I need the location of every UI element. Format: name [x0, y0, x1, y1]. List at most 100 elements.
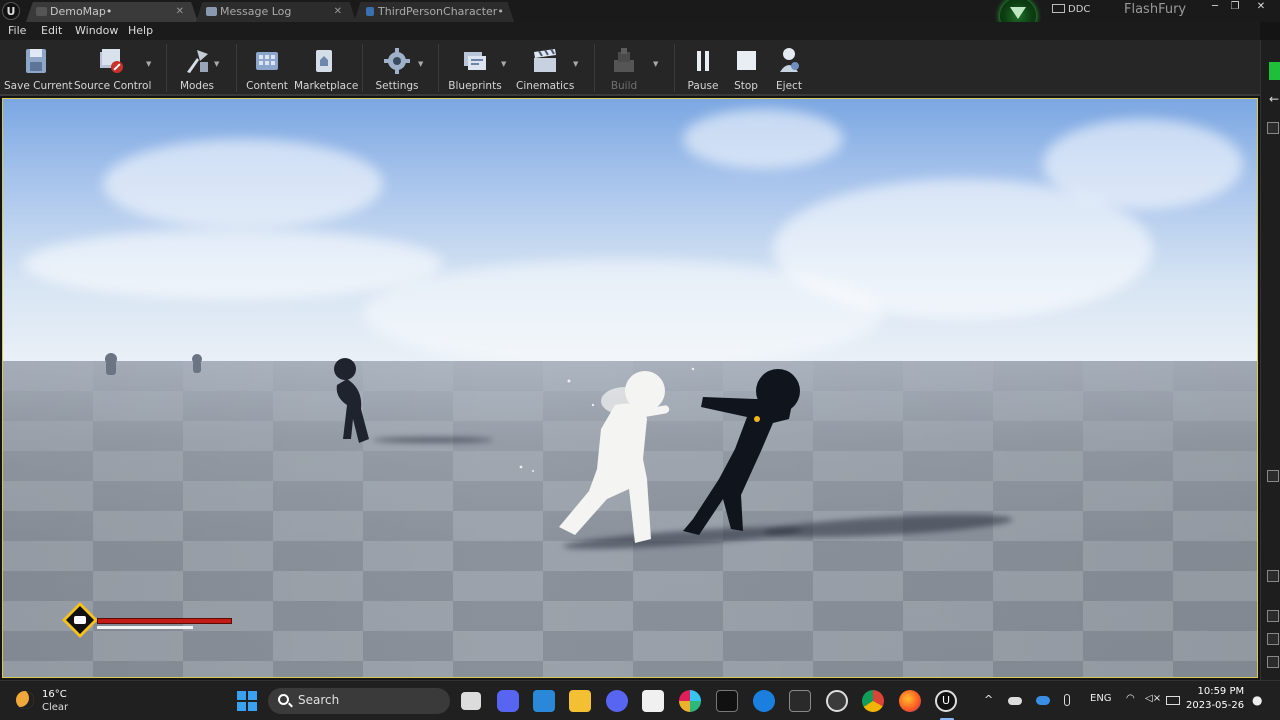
sync-app-icon[interactable]	[753, 690, 775, 712]
modes-icon	[187, 50, 208, 73]
close-icon[interactable]: ✕	[334, 2, 342, 21]
pause-label: Pause	[687, 80, 719, 92]
source-control-icon	[100, 49, 123, 73]
eject-icon	[780, 48, 799, 72]
blueprints-dropdown-icon[interactable]: ▼	[501, 60, 509, 68]
arrow-left-icon[interactable]: ←	[1269, 92, 1279, 106]
settings-gear-icon	[384, 48, 410, 74]
cinematics-dropdown-icon[interactable]: ▼	[573, 60, 581, 68]
build-dropdown-icon[interactable]: ▼	[653, 60, 661, 68]
unreal-editor-window: U DemoMap• ✕ Message Log ✕ ThirdPersonCh…	[0, 0, 1280, 720]
marketplace-button[interactable]: Marketplace	[294, 44, 359, 94]
game-launcher-icon[interactable]	[716, 690, 738, 712]
menu-help[interactable]: Help	[128, 24, 153, 37]
minimize-button[interactable]: ─	[1204, 0, 1226, 16]
settings-dropdown-icon[interactable]: ▼	[418, 60, 426, 68]
menu-edit[interactable]: Edit	[41, 24, 62, 37]
cinematics-label: Cinematics	[516, 80, 575, 92]
app-icon[interactable]	[826, 690, 848, 712]
weather-condition: Clear	[42, 702, 69, 713]
build-button[interactable]: Build	[604, 44, 644, 94]
chrome-icon[interactable]	[862, 690, 884, 712]
close-icon[interactable]: ✕	[176, 2, 184, 21]
content-button[interactable]: Content	[246, 44, 288, 94]
close-button[interactable]: ✕	[1250, 0, 1272, 16]
content-label: Content	[246, 80, 288, 92]
search-label: Search	[298, 693, 340, 707]
save-current-button[interactable]: Save Current	[4, 44, 73, 94]
menu-window[interactable]: Window	[75, 24, 118, 37]
marketplace-icon	[316, 50, 332, 72]
panel-tab-icon[interactable]	[1267, 656, 1279, 668]
menu-bar: File Edit Window Help	[0, 22, 1260, 40]
level-icon	[36, 7, 47, 16]
task-view-icon[interactable]	[461, 692, 481, 710]
clock-time: 10:59 PM	[1197, 686, 1245, 697]
chevron-up-icon[interactable]: ^	[984, 693, 993, 706]
onedrive-icon[interactable]	[1036, 696, 1050, 705]
notification-icon[interactable]: ●	[1252, 693, 1262, 707]
panel-tab-icon[interactable]	[1267, 122, 1279, 134]
microsoft-store-icon[interactable]	[642, 690, 664, 712]
mail-icon[interactable]	[533, 690, 555, 712]
marketplace-label: Marketplace	[294, 80, 359, 92]
volume-muted-icon[interactable]: ◁×	[1145, 693, 1161, 704]
firefox-icon[interactable]	[899, 690, 921, 712]
content-browser-icon	[256, 52, 278, 70]
modes-button[interactable]: Modes	[176, 44, 218, 94]
source-control-dropdown-icon[interactable]: ▼	[146, 60, 154, 68]
save-current-label: Save Current	[4, 80, 73, 92]
settings-button[interactable]: Settings	[374, 44, 420, 94]
cloud-icon[interactable]	[1008, 697, 1022, 705]
title-bar: U DemoMap• ✕ Message Log ✕ ThirdPersonCh…	[0, 0, 1280, 34]
epic-games-icon[interactable]	[789, 690, 811, 712]
system-clock[interactable]: 10:59 PM 2023-05-26	[1186, 685, 1244, 713]
ddc-indicator[interactable]: DDC	[1052, 4, 1090, 15]
discord-icon[interactable]	[606, 690, 628, 712]
toolbar-divider	[166, 44, 167, 92]
battery-icon[interactable]	[1166, 696, 1180, 705]
tab-demomap[interactable]: DemoMap• ✕	[26, 2, 198, 22]
ddc-label: DDC	[1068, 4, 1091, 15]
source-control-button[interactable]: Source Control	[74, 44, 151, 94]
unreal-logo-icon[interactable]: U	[2, 2, 20, 20]
save-icon	[26, 49, 46, 73]
microphone-icon[interactable]	[1064, 694, 1070, 706]
build-label: Build	[610, 80, 638, 92]
modes-dropdown-icon[interactable]: ▼	[214, 60, 222, 68]
file-explorer-icon[interactable]	[569, 690, 591, 712]
moon-weather-icon	[16, 691, 34, 709]
maximize-button[interactable]: ❐	[1224, 0, 1246, 16]
chat-icon[interactable]	[497, 690, 519, 712]
build-icon	[614, 48, 634, 72]
pause-icon	[697, 51, 709, 71]
stop-button[interactable]: Stop	[728, 44, 764, 94]
panel-tab-icon[interactable]	[1267, 470, 1279, 482]
player-portrait-icon	[62, 602, 98, 638]
panel-tab-icon[interactable]	[1267, 610, 1279, 622]
clapperboard-icon	[534, 48, 556, 72]
message-log-icon	[206, 7, 217, 16]
slack-icon[interactable]	[679, 690, 701, 712]
panel-tab-icon[interactable]	[1267, 570, 1279, 582]
taskbar-search[interactable]: Search	[268, 688, 450, 714]
game-viewport[interactable]	[2, 98, 1258, 678]
toolbar-divider	[438, 44, 439, 92]
tab-thirdpersoncharacter[interactable]: ThirdPersonCharacter•	[354, 2, 514, 22]
eject-button[interactable]: Eject	[770, 44, 808, 94]
panel-tab-icon[interactable]	[1267, 633, 1279, 645]
status-green-marker	[1269, 62, 1280, 80]
menu-file[interactable]: File	[8, 24, 26, 37]
cinematics-button[interactable]: Cinematics	[516, 44, 574, 94]
distant-dummy	[105, 353, 202, 375]
search-icon	[278, 694, 289, 705]
blueprints-button[interactable]: Blueprints	[448, 44, 502, 94]
level-editor-toolbar: Save Current Source Control ▼ Modes ▼ Co…	[0, 40, 1260, 96]
windows-start-icon[interactable]	[237, 691, 257, 711]
language-indicator[interactable]: ENG	[1090, 693, 1112, 704]
wifi-icon[interactable]: ◠	[1126, 693, 1135, 704]
unreal-engine-taskbar-icon[interactable]: U	[935, 690, 957, 712]
tab-message-log[interactable]: Message Log ✕	[196, 2, 356, 22]
toolbar-divider	[236, 44, 237, 92]
pause-button[interactable]: Pause	[684, 44, 722, 94]
